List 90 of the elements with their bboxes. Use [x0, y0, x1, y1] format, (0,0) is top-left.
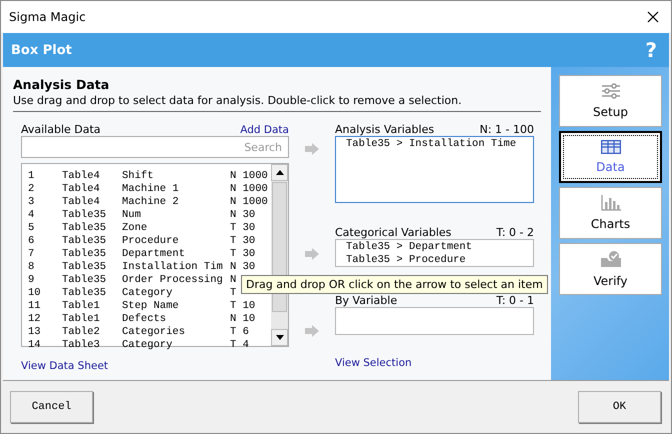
variable-name: Step Name — [122, 300, 180, 312]
table-icon — [600, 140, 620, 154]
close-icon[interactable] — [647, 11, 659, 23]
type-count: N 1000 — [230, 182, 268, 194]
target-label: Categorical Variables — [335, 226, 452, 239]
table-name: Table35 — [62, 286, 108, 298]
table-name: Table3 — [62, 338, 101, 350]
type-count: T 10 — [230, 300, 256, 312]
scroll-down-icon[interactable] — [271, 329, 288, 346]
row-number: 4 — [28, 208, 36, 220]
search-field[interactable]: Search — [21, 136, 289, 158]
type-count: N 30 — [230, 260, 256, 272]
type-count: T 30 — [230, 222, 256, 234]
row-number: 12 — [28, 312, 42, 324]
type-count: T 30 — [230, 248, 256, 260]
table-name: Table35 — [62, 260, 108, 272]
row-number: 7 — [28, 248, 36, 260]
available-data-label: Available Data — [21, 123, 101, 136]
type-count: N 30 — [230, 208, 256, 220]
dialog-button[interactable]: Cancel — [10, 391, 93, 423]
row-number: 9 — [28, 274, 36, 286]
range-label: N: 1 - 100 — [480, 123, 534, 136]
tooltip: Drag and drop OR click on the arrow to select an item — [241, 275, 548, 294]
bar-chart-icon — [600, 195, 620, 211]
row-number: 1 — [28, 170, 36, 182]
variable-name: Categories — [122, 326, 186, 338]
selected-variable: Table35 > Installation Time — [346, 138, 518, 151]
variable-name: Installation Tim — [122, 260, 224, 272]
type-count: T 30 — [230, 234, 256, 246]
table-name: Table1 — [62, 312, 101, 324]
view-data-sheet-link[interactable]: View Data Sheet — [21, 360, 108, 372]
table-name: Table35 — [62, 274, 108, 286]
type-count: N 1000 — [230, 170, 268, 182]
target-label: By Variable — [335, 294, 398, 307]
row-number: 8 — [28, 260, 36, 272]
table-name: Table1 — [62, 300, 101, 312]
dialog-title: Box Plot — [11, 42, 72, 58]
row-number: 13 — [28, 326, 42, 338]
scroll-up-icon[interactable] — [271, 164, 288, 181]
type-count: N 1000 — [230, 196, 268, 208]
row-number: 5 — [28, 222, 36, 234]
type-count: T 4 — [230, 338, 249, 350]
variable-name: Category — [122, 338, 174, 350]
table-name: Table4 — [62, 182, 101, 194]
selected-variable: Table35 > Procedure — [346, 254, 467, 267]
sliders-icon — [600, 83, 620, 99]
variable-name: Shift — [122, 170, 155, 182]
dialog-button[interactable]: OK — [578, 391, 661, 423]
table-name: Table35 — [62, 234, 108, 246]
variable-name: Department — [122, 248, 186, 260]
nav-button[interactable]: Data — [559, 131, 662, 183]
table-name: Table4 — [62, 196, 101, 208]
selection-box[interactable]: Table35 > Department Table35 > Procedure — [335, 239, 534, 267]
type-count: N 10 — [230, 312, 256, 324]
row-number: 11 — [28, 300, 42, 312]
row-number: 6 — [28, 234, 36, 246]
table-name: Table35 — [62, 222, 108, 234]
nav-button[interactable]: Setup — [559, 75, 662, 127]
add-data-link[interactable]: Add Data — [240, 124, 289, 136]
type-count: T — [230, 286, 236, 298]
target-label: Analysis Variables — [335, 123, 434, 136]
section-title: Analysis Data — [13, 77, 110, 92]
nav-button[interactable]: Charts — [559, 187, 662, 239]
variable-name: Defects — [122, 312, 168, 324]
selected-variable: Table35 > Department — [346, 241, 474, 254]
range-label: T: 0 - 2 — [496, 226, 534, 239]
variable-name: Zone — [122, 222, 148, 234]
window-title: Sigma Magic — [9, 10, 86, 24]
variable-name: Machine 1 — [122, 182, 180, 194]
variable-name: Category — [122, 286, 174, 298]
table-name: Table4 — [62, 170, 101, 182]
verify-tray-icon — [600, 250, 622, 268]
type-count: N — [230, 274, 236, 286]
variable-name: Machine 2 — [122, 196, 180, 208]
table-name: Table35 — [62, 248, 108, 260]
section-subtitle: Use drag and drop to select data for analysis. Double-click to remove a selection. — [13, 94, 463, 107]
row-number: 14 — [28, 338, 42, 350]
nav-button[interactable]: Verify — [559, 243, 662, 295]
variable-name: Procedure — [122, 234, 180, 246]
table-name: Table35 — [62, 208, 108, 220]
view-selection-link[interactable]: View Selection — [335, 357, 412, 369]
row-number: 3 — [28, 196, 36, 208]
type-count: T 6 — [230, 326, 249, 338]
selection-box[interactable]: Table35 > Installation Time — [335, 136, 534, 203]
row-number: 10 — [28, 286, 42, 298]
range-label: T: 0 - 1 — [496, 294, 534, 307]
table-name: Table2 — [62, 326, 101, 338]
variable-name: Num — [122, 208, 142, 220]
variable-name: Order Processing — [122, 274, 224, 286]
row-number: 2 — [28, 182, 36, 194]
